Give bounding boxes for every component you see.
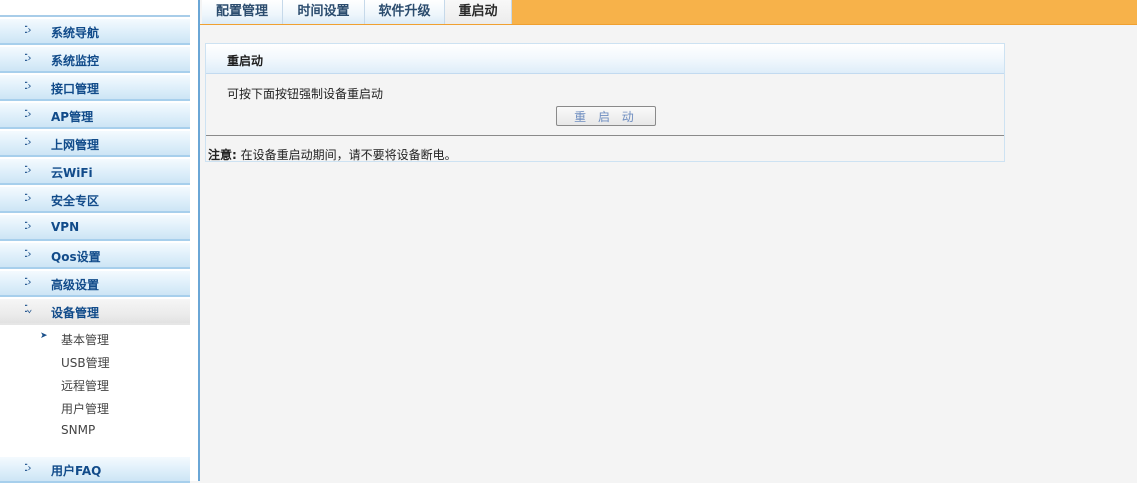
sidebar-item-system-nav[interactable]: ⁚⁚› 系统导航 <box>0 19 190 45</box>
sidebar-item-label: 安全专区 <box>51 194 100 208</box>
sidebar-item-ap[interactable]: ⁚⁚› AP管理 <box>0 103 190 129</box>
sidebar-item-label: 系统监控 <box>51 54 100 68</box>
sidebar-item-label: Qos设置 <box>51 250 101 264</box>
sidebar-item-label: 云WiFi <box>51 166 93 180</box>
sidebar-item-vpn[interactable]: ⁚⁚› VPN <box>0 215 190 241</box>
subnav-item-snmp[interactable]: SNMP <box>61 423 95 443</box>
tab-bar: 配置管理 时间设置 软件升级 重启动 <box>200 0 1137 25</box>
chevron-right-icon: ⁚⁚› <box>24 463 33 474</box>
sidebar-item-label: 接口管理 <box>51 82 100 96</box>
chevron-right-icon: ⁚⁚› <box>24 109 33 120</box>
chevron-right-icon: ⁚⁚› <box>24 25 33 36</box>
subnav-item-remote[interactable]: 远程管理 <box>61 377 109 397</box>
chevron-right-icon: ⁚⁚› <box>24 249 33 260</box>
sidebar-item-label: 用户FAQ <box>51 464 102 478</box>
selected-arrow-icon: ➤ <box>40 331 48 341</box>
chevron-right-icon: ⁚⁚› <box>24 193 33 204</box>
note-label: 注意: <box>208 148 237 162</box>
divider <box>206 135 1004 136</box>
sidebar-item-label: 高级设置 <box>51 278 100 292</box>
chevron-right-icon: ⁚⁚› <box>24 221 33 232</box>
subnav-item-usb[interactable]: USB管理 <box>61 354 110 374</box>
sidebar-item-faq[interactable]: ⁚⁚› 用户FAQ <box>0 457 190 483</box>
note: 注意: 在设备重启动期间，请不要将设备断电。 <box>208 146 457 163</box>
panel-title: 重启动 <box>227 54 264 68</box>
chevron-right-icon: ⁚⁚› <box>24 277 33 288</box>
sidebar-item-security[interactable]: ⁚⁚› 安全专区 <box>0 187 190 213</box>
sidebar-item-interface[interactable]: ⁚⁚› 接口管理 <box>0 75 190 101</box>
sidebar-item-label: 上网管理 <box>51 138 100 152</box>
reboot-panel: 重启动 可按下面按钮强制设备重启动 重 启 动 注意: 在设备重启动期间，请不要… <box>205 43 1005 162</box>
sidebar-item-system-monitor[interactable]: ⁚⁚› 系统监控 <box>0 47 190 73</box>
sidebar-item-label: AP管理 <box>51 110 94 124</box>
tab-config[interactable]: 配置管理 <box>202 0 283 24</box>
subnav-item-users[interactable]: 用户管理 <box>61 400 109 420</box>
subnav-item-basic[interactable]: 基本管理 <box>61 331 109 351</box>
tab-reboot[interactable]: 重启动 <box>445 0 512 24</box>
chevron-right-icon: ⁚⁚› <box>24 137 33 148</box>
panel-header: 重启动 <box>206 44 1004 74</box>
sidebar-item-label: 设备管理 <box>51 306 100 320</box>
chevron-right-icon: ⁚⁚› <box>24 165 33 176</box>
sidebar-item-qos[interactable]: ⁚⁚› Qos设置 <box>0 243 190 269</box>
sidebar-item-cloud-wifi[interactable]: ⁚⁚› 云WiFi <box>0 159 190 185</box>
chevron-down-icon: ⁚⁚⌄ <box>24 304 33 315</box>
tab-upgrade[interactable]: 软件升级 <box>365 0 445 24</box>
panel-description: 可按下面按钮强制设备重启动 <box>227 87 384 101</box>
tab-time[interactable]: 时间设置 <box>283 0 365 24</box>
sidebar-item-device-mgmt[interactable]: ⁚⁚⌄ 设备管理 <box>0 299 190 325</box>
sidebar-item-internet[interactable]: ⁚⁚› 上网管理 <box>0 131 190 157</box>
chevron-right-icon: ⁚⁚› <box>24 81 33 92</box>
sidebar-item-label: 系统导航 <box>51 26 100 40</box>
reboot-button[interactable]: 重 启 动 <box>556 106 656 126</box>
note-text: 在设备重启动期间，请不要将设备断电。 <box>240 148 457 162</box>
sidebar-top-divider <box>0 15 190 17</box>
sidebar-item-label: VPN <box>51 220 80 234</box>
sidebar: ⁚⁚› 系统导航 ⁚⁚› 系统监控 ⁚⁚› 接口管理 ⁚⁚› AP管理 ⁚⁚› … <box>0 0 200 483</box>
sidebar-item-advanced[interactable]: ⁚⁚› 高级设置 <box>0 271 190 297</box>
chevron-right-icon: ⁚⁚› <box>24 53 33 64</box>
